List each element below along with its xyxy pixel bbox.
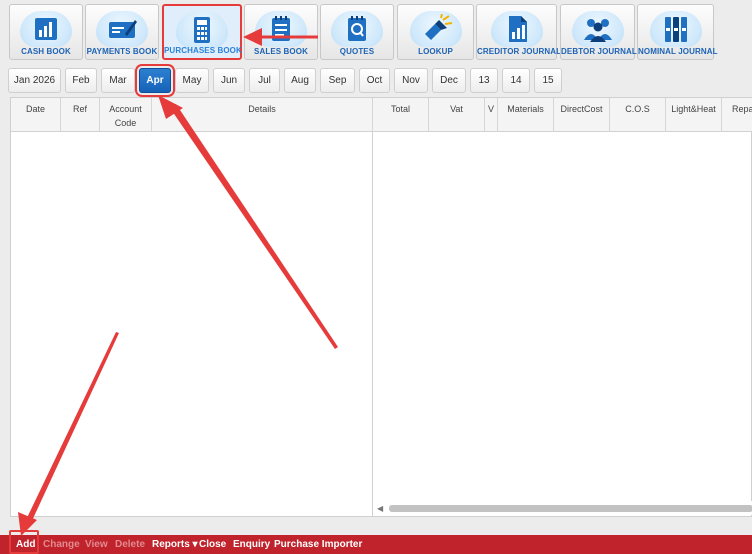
- column-header-repairs[interactable]: Repa: [722, 98, 752, 132]
- quotes-button[interactable]: QUOTES: [320, 4, 394, 60]
- add-highlight-box: [9, 530, 39, 554]
- change-button[interactable]: Change: [43, 535, 80, 554]
- payments-book-button[interactable]: PAYMENTS BOOK: [85, 4, 159, 60]
- nominal-journal-button[interactable]: NOMINAL JOURNAL: [637, 4, 718, 60]
- column-header-directcost[interactable]: DirectCost: [554, 98, 610, 132]
- purchases-book-button[interactable]: PURCHASES BOOK: [162, 4, 242, 60]
- enquiry-button[interactable]: Enquiry: [233, 535, 270, 554]
- column-header-ref[interactable]: Ref: [61, 98, 100, 132]
- cheque-icon: [109, 20, 137, 38]
- notepad-icon: [272, 16, 290, 41]
- purchases-book-label: PURCHASES BOOK: [164, 46, 242, 55]
- grid-header: Date Ref Account Code Details Total Vat …: [11, 98, 752, 132]
- column-header-date[interactable]: Date: [11, 98, 61, 132]
- payments-book-label: PAYMENTS BOOK: [86, 47, 158, 56]
- purchases-grid: Date Ref Account Code Details Total Vat …: [10, 97, 752, 517]
- quote-pad-icon: [348, 16, 366, 41]
- column-header-materials[interactable]: Materials: [498, 98, 554, 132]
- period-feb[interactable]: Feb: [65, 68, 97, 93]
- period-aug[interactable]: Aug: [284, 68, 316, 93]
- view-button[interactable]: View: [85, 535, 108, 554]
- flashlight-icon: [424, 14, 452, 40]
- column-header-vat[interactable]: Vat: [429, 98, 485, 132]
- period-jan-2026[interactable]: Jan 2026: [8, 68, 61, 93]
- period-15[interactable]: 15: [534, 68, 562, 93]
- lookup-button[interactable]: LOOKUP: [397, 4, 474, 60]
- debtor-journal-button[interactable]: DEBTOR JOURNAL: [560, 4, 637, 60]
- column-header-v[interactable]: V: [485, 98, 498, 132]
- column-header-cos[interactable]: C.O.S: [610, 98, 666, 132]
- scroll-left-icon[interactable]: ◀: [377, 504, 383, 513]
- sales-book-button[interactable]: SALES BOOK: [244, 4, 318, 60]
- period-dec[interactable]: Dec: [432, 68, 466, 93]
- cash-book-button[interactable]: CASH BOOK: [9, 4, 83, 60]
- column-header-total[interactable]: Total: [373, 98, 429, 132]
- period-may[interactable]: May: [175, 68, 209, 93]
- sales-book-label: SALES BOOK: [254, 47, 308, 56]
- column-header-details[interactable]: Details: [152, 98, 373, 132]
- nominal-journal-label: NOMINAL JOURNAL: [638, 47, 718, 56]
- bar-chart-icon: [35, 18, 57, 40]
- period-13[interactable]: 13: [470, 68, 498, 93]
- column-header-account-code[interactable]: Account Code: [100, 98, 152, 132]
- document-chart-icon: [508, 16, 527, 42]
- people-icon: [583, 19, 612, 42]
- delete-button[interactable]: Delete: [115, 535, 145, 554]
- period-nov[interactable]: Nov: [394, 68, 428, 93]
- debtor-journal-label: DEBTOR JOURNAL: [561, 47, 637, 56]
- period-oct[interactable]: Oct: [359, 68, 390, 93]
- period-apr[interactable]: Apr: [139, 68, 171, 93]
- action-menu-bar: Add Change View Delete Reports ▾ Close E…: [0, 535, 752, 554]
- calculator-icon: [194, 17, 210, 43]
- purchase-importer-button[interactable]: Purchase Importer: [274, 535, 362, 554]
- creditor-journal-button[interactable]: CREDITOR JOURNAL: [476, 4, 562, 60]
- reports-menu[interactable]: Reports ▾: [152, 535, 198, 554]
- frozen-column-divider: [372, 132, 373, 516]
- horizontal-scrollbar[interactable]: ◀: [373, 501, 752, 515]
- close-button[interactable]: Close: [199, 535, 226, 554]
- quotes-label: QUOTES: [339, 47, 375, 56]
- lookup-label: LOOKUP: [418, 47, 453, 56]
- period-jun[interactable]: Jun: [213, 68, 245, 93]
- column-header-light-heat[interactable]: Light&Heat: [666, 98, 722, 132]
- cash-book-label: CASH BOOK: [21, 47, 71, 56]
- period-14[interactable]: 14: [502, 68, 530, 93]
- period-sep[interactable]: Sep: [320, 68, 355, 93]
- period-jul[interactable]: Jul: [249, 68, 280, 93]
- period-selector: Jan 2026 Feb Mar Apr May Jun Jul Aug Sep…: [0, 68, 752, 94]
- module-toolbar: CASH BOOK PAYMENTS BOOK PURCHASES BOOK S…: [0, 0, 752, 64]
- period-mar[interactable]: Mar: [101, 68, 135, 93]
- scrollbar-thumb[interactable]: [389, 505, 752, 512]
- creditor-journal-label: CREDITOR JOURNAL: [477, 47, 562, 56]
- binders-icon: [664, 17, 687, 42]
